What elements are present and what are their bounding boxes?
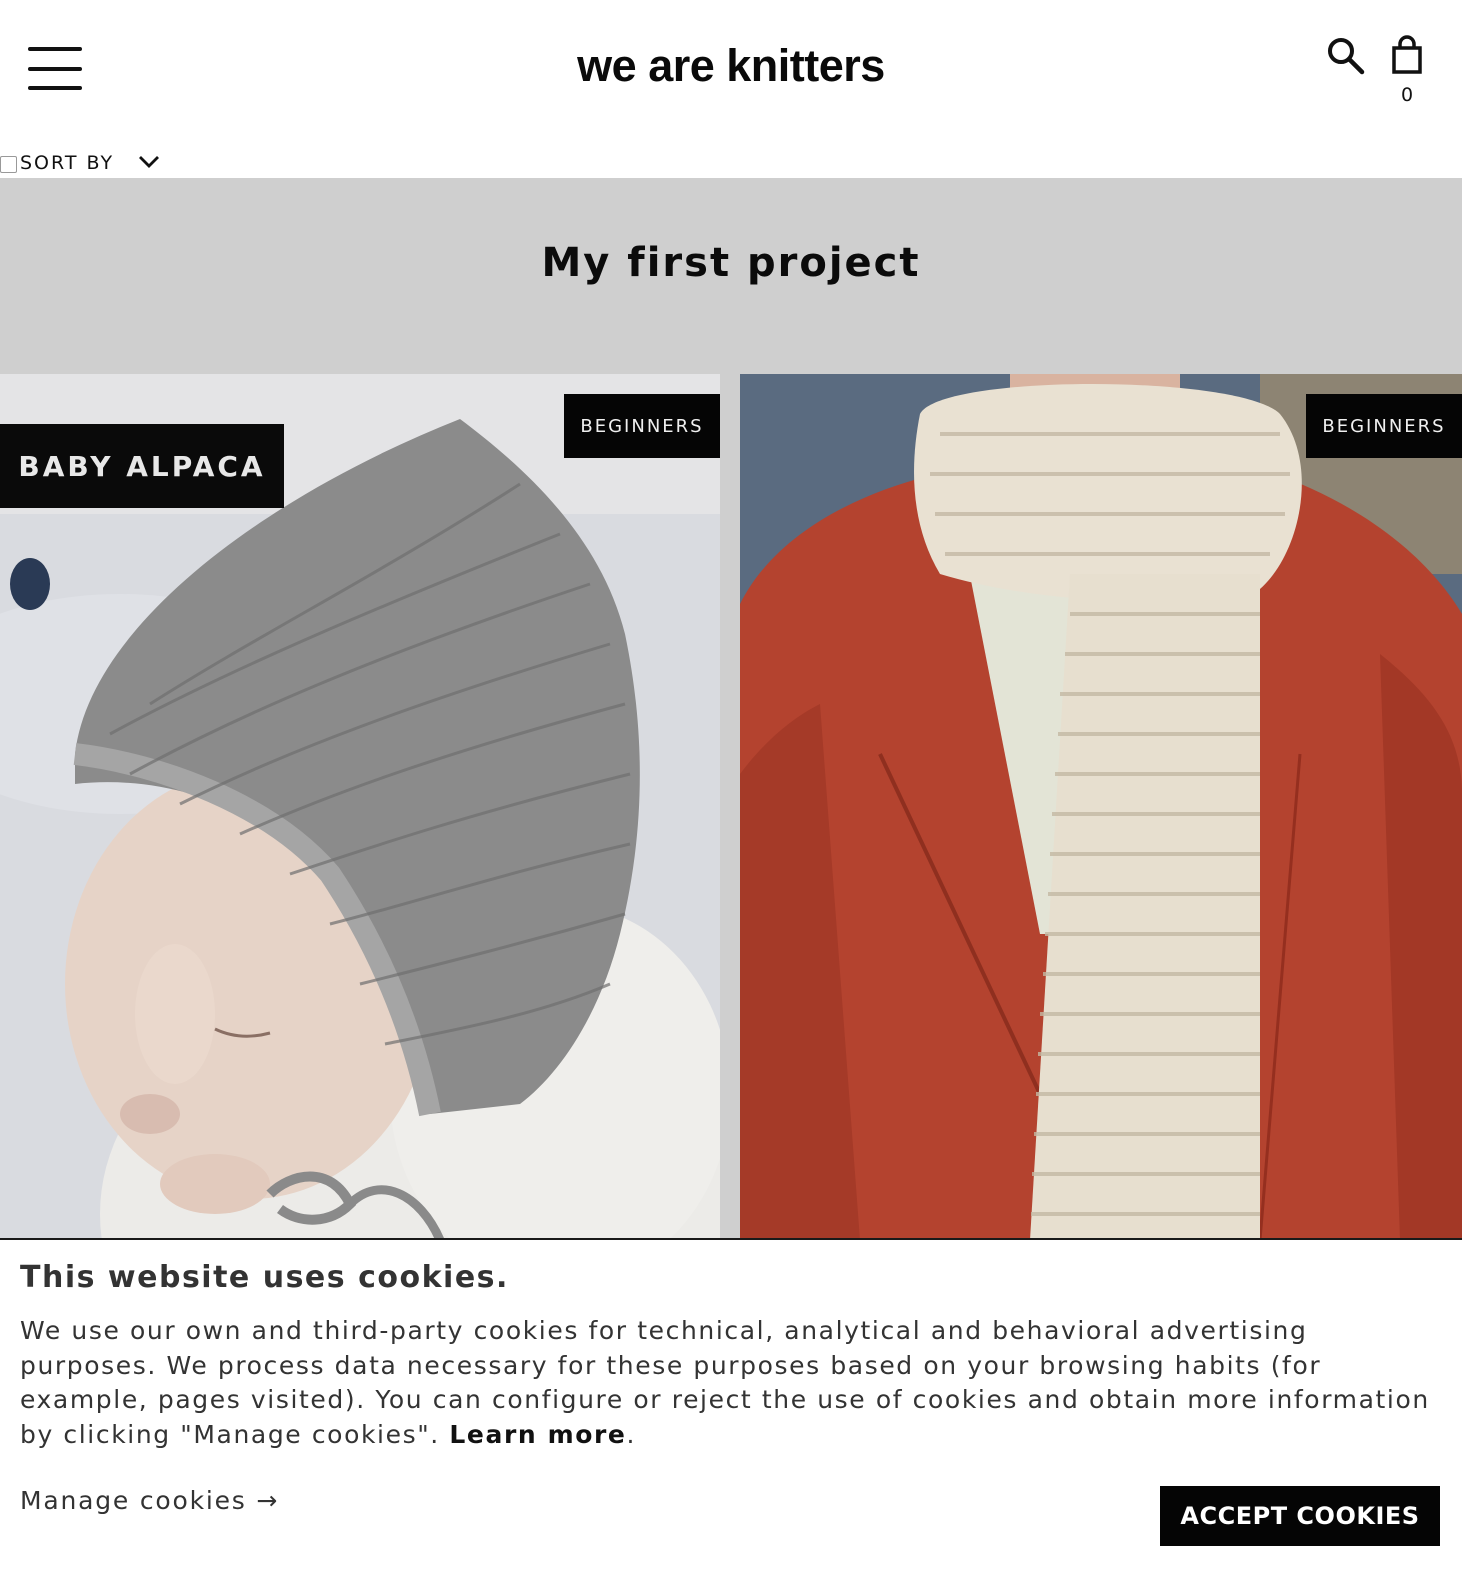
shopping-bag-icon[interactable] xyxy=(1390,34,1424,74)
level-badge: BEGINNERS xyxy=(1306,394,1462,458)
page-title: My first project xyxy=(541,240,921,286)
site-header: we are knitters 0 xyxy=(0,0,1462,140)
cookie-text-end: . xyxy=(626,1419,637,1449)
cookie-banner: This website uses cookies. We use our ow… xyxy=(0,1238,1462,1584)
site-logo[interactable]: we are knitters xyxy=(0,40,1462,92)
product-image-scarf[interactable] xyxy=(740,374,1462,1240)
yarn-badge: BABY ALPACA xyxy=(0,424,284,508)
sort-checkbox[interactable] xyxy=(0,156,17,173)
level-badge: BEGINNERS xyxy=(564,394,720,458)
sort-dropdown[interactable]: SORT BY xyxy=(0,148,400,178)
search-icon[interactable] xyxy=(1326,36,1366,76)
cookie-title: This website uses cookies. xyxy=(20,1260,509,1295)
category-banner: My first project xyxy=(0,178,1462,374)
cart-count-badge: 0 xyxy=(1400,84,1414,106)
learn-more-link[interactable]: Learn more xyxy=(449,1420,626,1449)
cookie-text: We use our own and third-party cookies f… xyxy=(20,1316,1430,1449)
chevron-down-icon[interactable] xyxy=(138,154,160,170)
product-grid: BABY ALPACA BEGINNERS BEGINNERS xyxy=(0,374,1462,1240)
sort-label: SORT BY xyxy=(20,152,115,174)
accept-cookies-button[interactable]: ACCEPT COOKIES xyxy=(1160,1486,1440,1546)
cookie-description: We use our own and third-party cookies f… xyxy=(20,1314,1430,1452)
product-card[interactable]: BEGINNERS xyxy=(740,374,1462,1240)
manage-cookies-link[interactable]: Manage cookies → xyxy=(20,1486,279,1515)
product-card[interactable]: BABY ALPACA BEGINNERS xyxy=(0,374,720,1240)
